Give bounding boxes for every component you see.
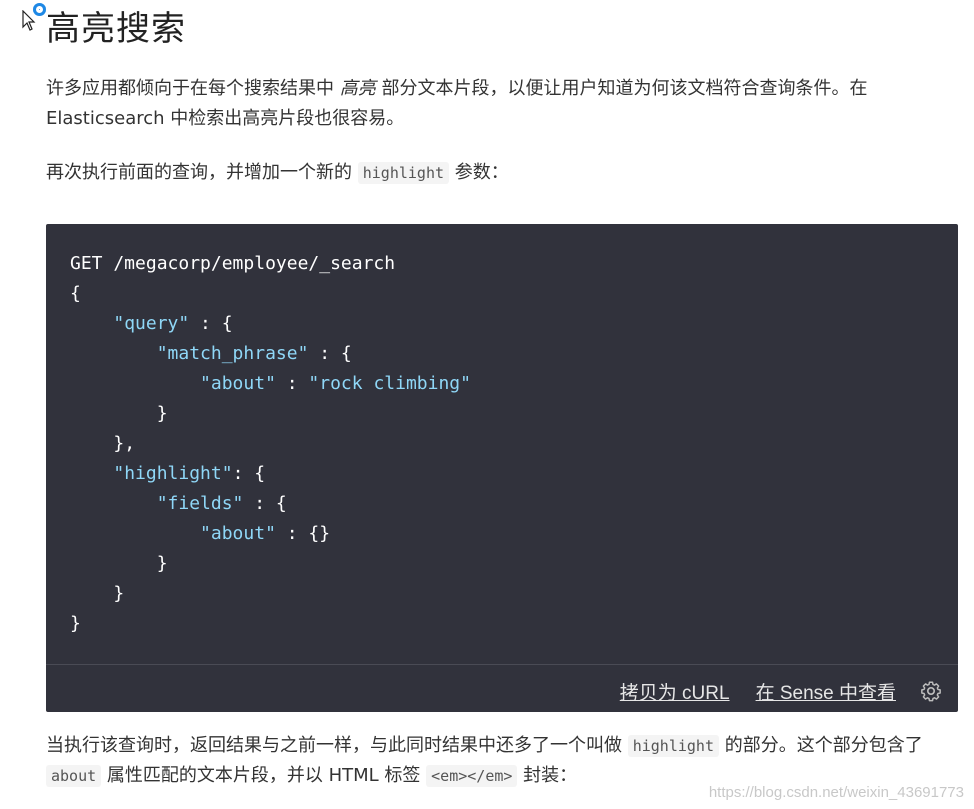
json-key: "about" [200,373,276,394]
emphasis-highlight-term: 高亮 [339,78,376,99]
code-line: }, [113,433,136,454]
watermark: https://blog.csdn.net/weixin_43691773 [708,784,964,801]
instruction-paragraph: 再次执行前面的查询，并增加一个新的 highlight 参数： [46,162,509,184]
json-string-value: "rock climbing" [308,373,471,394]
json-key: "match_phrase" [156,343,309,364]
code-footer-divider [46,664,958,665]
inline-code-em-tag: <em></em> [426,765,518,787]
code-footer: 拷贝为 cURL 在 Sense 中查看 [620,676,942,706]
view-in-sense-link[interactable]: 在 Sense 中查看 [756,678,896,705]
json-key: "query" [113,313,190,334]
inline-code-highlight: highlight [357,162,450,184]
inline-code-about: about [46,765,102,787]
copy-as-curl-link[interactable]: 拷贝为 cURL [620,678,730,705]
request-line: GET /megacorp/employee/_search [70,253,396,274]
result-paragraph: 当执行该查询时，返回结果与之前一样，与此同时结果中还多了一个叫做 highlig… [46,735,923,787]
code-line: } [156,403,168,424]
gear-icon[interactable] [920,680,942,702]
inline-code-highlight: highlight [627,735,719,757]
json-key: "highlight" [113,463,233,484]
code-line: } [156,553,168,574]
page-title: 高亮搜索 [46,9,186,49]
loading-spinner-icon [33,3,46,16]
code-content: GET /megacorp/employee/_search { "query"… [70,253,471,634]
json-key: "fields" [156,493,244,514]
code-line: } [113,583,125,604]
json-key: "about" [200,523,276,544]
code-line: { [70,283,81,304]
intro-paragraph: 许多应用都倾向于在每个搜索结果中 高亮 部分文本片段，以便让用户知道为何该文档符… [46,78,868,129]
code-block: GET /megacorp/employee/_search { "query"… [46,224,958,712]
code-line: } [70,613,81,634]
